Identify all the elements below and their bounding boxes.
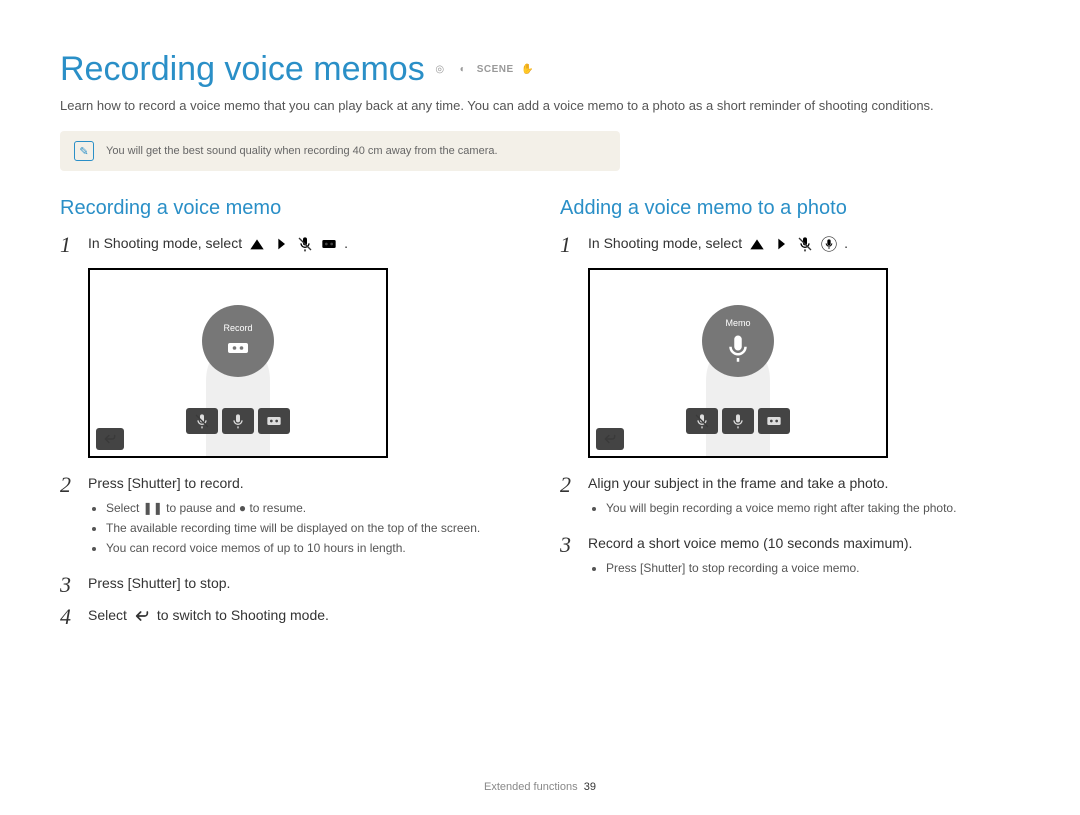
left-step-2: 2 Press [Shutter] to record. Select ❚❚ t… <box>60 474 520 564</box>
screen-preview-memo: Memo <box>588 268 888 458</box>
adding-memo-section: Adding a voice memo to a photo 1 In Shoo… <box>560 197 1020 638</box>
cassette-icon <box>320 236 338 252</box>
right-step-1: 1 In Shooting mode, select . <box>560 234 1020 256</box>
tip-text: You will get the best sound quality when… <box>106 145 498 157</box>
step-number: 1 <box>60 234 76 256</box>
left-step-4: 4 Select to switch to Shooting mode. <box>60 606 520 628</box>
right-step-3: 3 Record a short voice memo (10 seconds … <box>560 534 1020 584</box>
toolbar-mic-button[interactable] <box>222 408 254 434</box>
step-number: 3 <box>560 534 576 556</box>
mic-white-icon <box>723 331 753 365</box>
step2-bullet: You can record voice memos of up to 10 h… <box>106 540 520 556</box>
footer-page-number: 39 <box>584 781 596 793</box>
page-title-text: Recording voice memos <box>60 50 425 89</box>
step2-bullet: Select ❚❚ to pause and ● to resume. <box>106 500 520 516</box>
step3-bullet: Press [Shutter] to stop recording a voic… <box>606 560 1020 576</box>
step2-bullet: You will begin recording a voice memo ri… <box>606 500 1020 516</box>
mic-off-icon <box>296 236 314 252</box>
step3-text: Record a short voice memo (10 seconds ma… <box>588 535 912 551</box>
cassette-white-icon <box>218 336 258 360</box>
screen-toolbar <box>686 408 790 434</box>
toolbar-mic-off-button[interactable] <box>686 408 718 434</box>
step1-text: In Shooting mode, select <box>588 234 742 254</box>
section-title-adding: Adding a voice memo to a photo <box>560 197 1020 220</box>
memo-mode-badge: Memo <box>702 305 774 377</box>
chevron-right-icon <box>772 236 790 252</box>
step4-suffix: to switch to Shooting mode. <box>157 606 329 626</box>
recording-memo-section: Recording a voice memo 1 In Shooting mod… <box>60 197 520 638</box>
page-title: Recording voice memos ◎ ◐ SCENE ✋ <box>60 50 1020 89</box>
mode-icon-dual: ✋ <box>519 63 537 77</box>
step3-text: Press [Shutter] to stop. <box>88 575 230 591</box>
record-badge-label: Record <box>223 323 252 333</box>
toolbar-cassette-button[interactable] <box>758 408 790 434</box>
section-title-recording: Recording a voice memo <box>60 197 520 220</box>
toolbar-cassette-button[interactable] <box>258 408 290 434</box>
page-footer: Extended functions 39 <box>0 781 1080 793</box>
step2-text: Align your subject in the frame and take… <box>588 475 888 491</box>
screen-toolbar <box>186 408 290 434</box>
note-icon: ✎ <box>74 141 94 161</box>
mic-off-icon <box>796 236 814 252</box>
right-step-2: 2 Align your subject in the frame and ta… <box>560 474 1020 524</box>
step-number: 3 <box>60 574 76 596</box>
step4-prefix: Select <box>88 606 127 626</box>
back-icon <box>133 608 151 624</box>
chevron-right-icon <box>272 236 290 252</box>
toolbar-mic-button[interactable] <box>722 408 754 434</box>
back-button[interactable] <box>96 428 124 450</box>
screen-preview-record: Record <box>88 268 388 458</box>
footer-section-label: Extended functions <box>484 781 578 793</box>
intro-text: Learn how to record a voice memo that yo… <box>60 97 1020 115</box>
mode-icon-program: ◐ <box>454 63 472 77</box>
step-number: 2 <box>560 474 576 496</box>
step2-bullet: The available recording time will be dis… <box>106 520 520 536</box>
left-step-3: 3 Press [Shutter] to stop. <box>60 574 520 596</box>
record-mode-badge: Record <box>202 305 274 377</box>
mode-icon-scene: SCENE <box>477 63 514 77</box>
mode-icons-row: ◎ ◐ SCENE ✋ <box>431 63 537 77</box>
back-button[interactable] <box>596 428 624 450</box>
tip-box: ✎ You will get the best sound quality wh… <box>60 131 620 171</box>
toolbar-mic-off-button[interactable] <box>186 408 218 434</box>
memo-badge-label: Memo <box>725 318 750 328</box>
triangle-up-icon <box>748 236 766 252</box>
step-number: 1 <box>560 234 576 256</box>
step2-text: Press [Shutter] to record. <box>88 475 244 491</box>
mic-on-icon <box>820 236 838 252</box>
step-number: 4 <box>60 606 76 628</box>
left-step-1: 1 In Shooting mode, select . <box>60 234 520 256</box>
triangle-up-icon <box>248 236 266 252</box>
step1-text: In Shooting mode, select <box>88 234 242 254</box>
mode-icon-auto: ◎ <box>431 63 449 77</box>
step-number: 2 <box>60 474 76 496</box>
